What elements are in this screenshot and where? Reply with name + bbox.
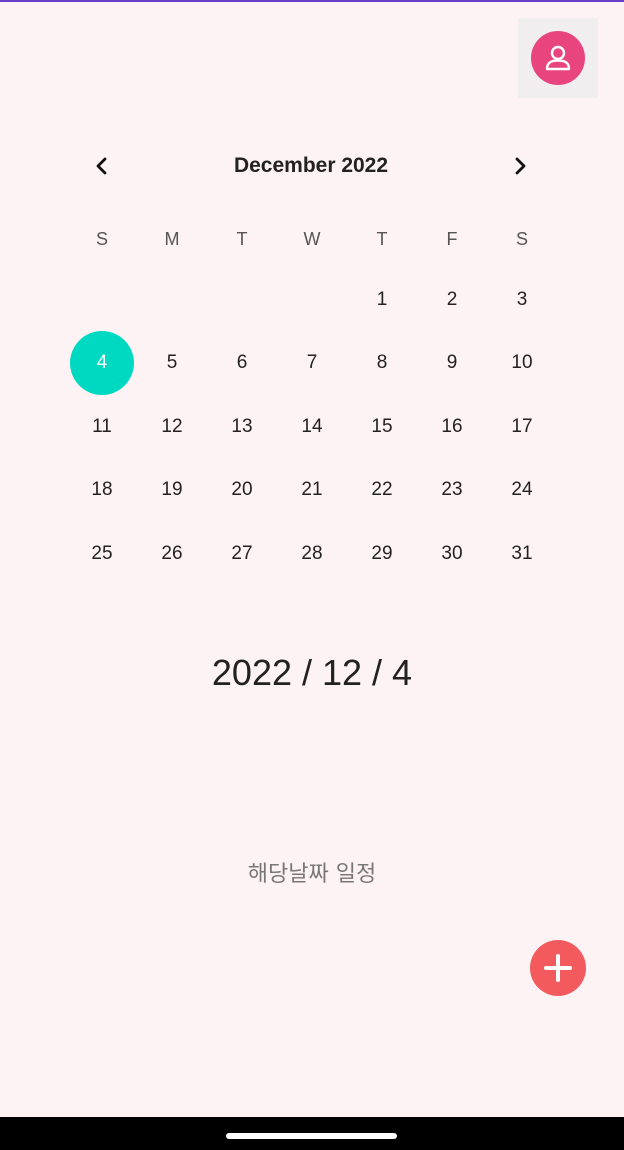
day-number: 29 xyxy=(371,542,393,564)
home-indicator[interactable] xyxy=(226,1133,397,1139)
calendar-day[interactable]: 19 xyxy=(137,459,207,523)
day-number: 18 xyxy=(91,479,113,501)
weekday-label: T xyxy=(376,229,388,249)
month-header: December 2022 xyxy=(66,140,556,192)
calendar-day-selected[interactable]: 4 xyxy=(67,331,137,396)
day-number: 9 xyxy=(446,352,458,374)
day-number: 10 xyxy=(511,352,533,374)
calendar-day[interactable]: 10 xyxy=(487,332,557,396)
day-number: 24 xyxy=(511,479,533,501)
day-number: 22 xyxy=(371,479,393,501)
weekday-label: W xyxy=(303,229,321,249)
calendar-day[interactable]: 11 xyxy=(67,395,137,459)
next-month-button[interactable] xyxy=(484,140,556,192)
add-schedule-button[interactable] xyxy=(530,940,586,996)
calendar-day[interactable]: 3 xyxy=(487,268,557,332)
weekday-label: T xyxy=(236,229,248,249)
calendar-empty-cell xyxy=(277,268,347,332)
day-number: 7 xyxy=(306,352,318,374)
day-number: 13 xyxy=(231,415,253,437)
calendar-day[interactable]: 29 xyxy=(347,522,417,586)
schedule-empty-label: 해당날짜 일정 xyxy=(247,862,377,887)
weekday-label: S xyxy=(515,229,528,249)
day-number: 19 xyxy=(161,479,183,501)
chevron-left-icon xyxy=(96,157,107,175)
day-number: 8 xyxy=(376,352,388,374)
calendar-empty-cell xyxy=(137,268,207,332)
calendar-day[interactable]: 21 xyxy=(277,459,347,523)
weekday-label: F xyxy=(446,229,458,249)
day-number: 12 xyxy=(161,415,183,437)
day-number: 25 xyxy=(91,542,113,564)
calendar-day[interactable]: 22 xyxy=(347,459,417,523)
calendar-day[interactable]: 8 xyxy=(347,332,417,396)
day-number: 11 xyxy=(92,415,112,437)
day-number: 5 xyxy=(166,352,178,374)
calendar-day[interactable]: 30 xyxy=(417,522,487,586)
calendar-day[interactable]: 28 xyxy=(277,522,347,586)
calendar-day[interactable]: 23 xyxy=(417,459,487,523)
day-number: 17 xyxy=(511,415,533,437)
calendar-day-grid: 1 2 3 4 5 6 7 8 9 10 11 12 13 14 15 16 17 18 19 20 21 22 23 24 2… xyxy=(67,268,557,586)
chevron-right-icon xyxy=(515,157,526,175)
calendar-empty-cell xyxy=(207,268,277,332)
calendar-empty-cell xyxy=(67,268,137,332)
calendar-day[interactable]: 16 xyxy=(417,395,487,459)
day-number: 28 xyxy=(301,542,323,564)
day-number: 20 xyxy=(231,479,253,501)
calendar-day[interactable]: 31 xyxy=(487,522,557,586)
weekday-label: M xyxy=(164,229,180,249)
day-number: 30 xyxy=(441,542,463,564)
calendar-day[interactable]: 20 xyxy=(207,459,277,523)
day-number: 26 xyxy=(161,542,183,564)
selected-date-display: 2022 / 12 / 4 xyxy=(211,652,413,693)
calendar-day[interactable]: 26 xyxy=(137,522,207,586)
calendar-day[interactable]: 13 xyxy=(207,395,277,459)
calendar-day[interactable]: 12 xyxy=(137,395,207,459)
calendar-day[interactable]: 18 xyxy=(67,459,137,523)
day-number: 14 xyxy=(301,415,323,437)
day-number: 16 xyxy=(441,415,463,437)
calendar-day[interactable]: 25 xyxy=(67,522,137,586)
day-number: 15 xyxy=(371,415,393,437)
plus-icon xyxy=(544,954,572,982)
person-icon xyxy=(545,45,571,71)
calendar-day[interactable]: 24 xyxy=(487,459,557,523)
day-number: 21 xyxy=(301,479,323,501)
profile-button-area[interactable] xyxy=(518,18,598,98)
month-title: December 2022 xyxy=(233,154,389,177)
calendar-day[interactable]: 5 xyxy=(137,332,207,396)
status-accent-line xyxy=(0,0,624,2)
day-number: 6 xyxy=(236,352,248,374)
day-number: 27 xyxy=(231,542,253,564)
day-number: 3 xyxy=(516,288,528,310)
calendar-day[interactable]: 9 xyxy=(417,332,487,396)
calendar-day[interactable]: 1 xyxy=(347,268,417,332)
calendar-day[interactable]: 2 xyxy=(417,268,487,332)
calendar-day[interactable]: 15 xyxy=(347,395,417,459)
day-number: 31 xyxy=(511,542,533,564)
day-number: 4 xyxy=(70,331,134,396)
calendar-day[interactable]: 17 xyxy=(487,395,557,459)
calendar-day[interactable]: 14 xyxy=(277,395,347,459)
calendar-day[interactable]: 27 xyxy=(207,522,277,586)
day-number: 23 xyxy=(441,479,463,501)
day-number: 2 xyxy=(446,288,458,310)
profile-button[interactable] xyxy=(531,31,585,85)
calendar-day[interactable]: 7 xyxy=(277,332,347,396)
weekday-header-row: SMTWTFS xyxy=(67,222,557,256)
calendar-day[interactable]: 6 xyxy=(207,332,277,396)
day-number: 1 xyxy=(376,288,388,310)
prev-month-button[interactable] xyxy=(66,140,138,192)
weekday-label: S xyxy=(95,229,108,249)
